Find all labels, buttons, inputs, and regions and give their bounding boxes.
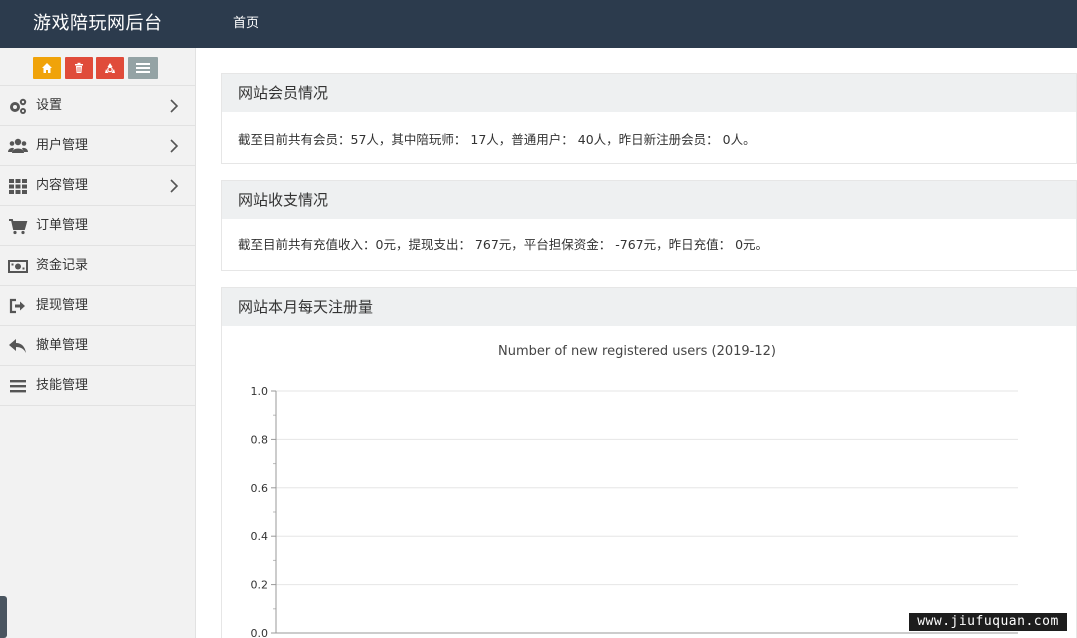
finance-panel: 网站收支情况 截至目前共有充值收入：0元，提现支出： 767元，平台担保资金： … <box>221 180 1077 271</box>
home-icon <box>42 63 52 73</box>
recycle-shortcut-button[interactable] <box>96 57 124 79</box>
bars-icon <box>10 380 26 393</box>
cart-icon <box>9 219 28 235</box>
edge-handle[interactable] <box>0 596 7 638</box>
recycle-icon <box>105 63 115 73</box>
list-icon <box>136 63 150 73</box>
users-icon <box>8 138 28 153</box>
sidebar-item-label: 提现管理 <box>36 298 89 313</box>
sidebar-item-label: 内容管理 <box>36 178 89 193</box>
chevron-right-icon <box>170 139 179 153</box>
sidebar-item-label: 技能管理 <box>36 378 89 393</box>
sidebar-item-cancellations[interactable]: 撤单管理 <box>0 326 195 366</box>
sidebar-item-label: 订单管理 <box>36 218 89 233</box>
sidebar-item-label: 资金记录 <box>36 258 89 273</box>
registrations-panel: 网站本月每天注册量 Number of new registered users… <box>221 287 1077 638</box>
members-summary-text: 截至目前共有会员：57人，其中陪玩师： 17人，普通用户： 40人，昨日新注册会… <box>238 132 756 147</box>
members-panel-title: 网站会员情况 <box>222 74 1076 112</box>
app-title[interactable]: 游戏陪玩网后台 <box>33 12 163 36</box>
sidebar-item-skills[interactable]: 技能管理 <box>0 366 195 406</box>
sidebar-item-orders[interactable]: 订单管理 <box>0 206 195 246</box>
chevron-right-icon <box>170 179 179 193</box>
y-tick-label: 1.0 <box>251 385 269 398</box>
grid-icon <box>9 179 27 194</box>
sign-out-icon <box>9 298 25 314</box>
sidebar-item-label: 设置 <box>36 98 63 113</box>
registrations-chart: 0.0 0.2 0.4 0.6 0.8 1.0 <box>251 385 1018 638</box>
finance-panel-title: 网站收支情况 <box>222 181 1076 219</box>
nav-home-link[interactable]: 首页 <box>233 15 259 33</box>
trash-shortcut-button[interactable] <box>65 57 93 79</box>
watermark: www.jiufuquan.com <box>909 613 1067 631</box>
y-tick-label: 0.6 <box>251 482 269 495</box>
home-shortcut-button[interactable] <box>33 57 61 79</box>
finance-summary-text: 截至目前共有充值收入：0元，提现支出： 767元，平台担保资金： -767元，昨… <box>238 237 769 252</box>
registrations-panel-title: 网站本月每天注册量 <box>222 288 1076 326</box>
sidebar-item-funds[interactable]: 资金记录 <box>0 246 195 286</box>
trash-icon <box>75 62 83 73</box>
reply-icon <box>9 339 26 353</box>
y-tick-label: 0.8 <box>251 433 269 446</box>
sidebar-item-label: 撤单管理 <box>36 338 89 353</box>
y-tick-label: 0.4 <box>251 530 269 543</box>
sidebar-item-settings[interactable]: 设置 <box>0 86 195 126</box>
sidebar-item-users[interactable]: 用户管理 <box>0 126 195 166</box>
sidebar-item-label: 用户管理 <box>36 138 89 153</box>
y-tick-label: 0.2 <box>251 579 269 592</box>
sidebar-item-content[interactable]: 内容管理 <box>0 166 195 206</box>
chevron-right-icon <box>170 99 179 113</box>
gears-icon <box>10 98 27 114</box>
sidebar-item-withdrawals[interactable]: 提现管理 <box>0 286 195 326</box>
y-tick-label: 0.0 <box>251 627 269 638</box>
top-bar: 游戏陪玩网后台 首页 <box>0 0 1077 48</box>
members-panel: 网站会员情况 截至目前共有会员：57人，其中陪玩师： 17人，普通用户： 40人… <box>221 73 1077 164</box>
list-shortcut-button[interactable] <box>128 57 158 79</box>
shortcut-bar <box>0 48 195 86</box>
sidebar: 设置 用户管理 内容管理 订单管理 资金记录 提现管理 撤单管理 技能管理 <box>0 48 196 638</box>
money-icon <box>8 260 28 273</box>
